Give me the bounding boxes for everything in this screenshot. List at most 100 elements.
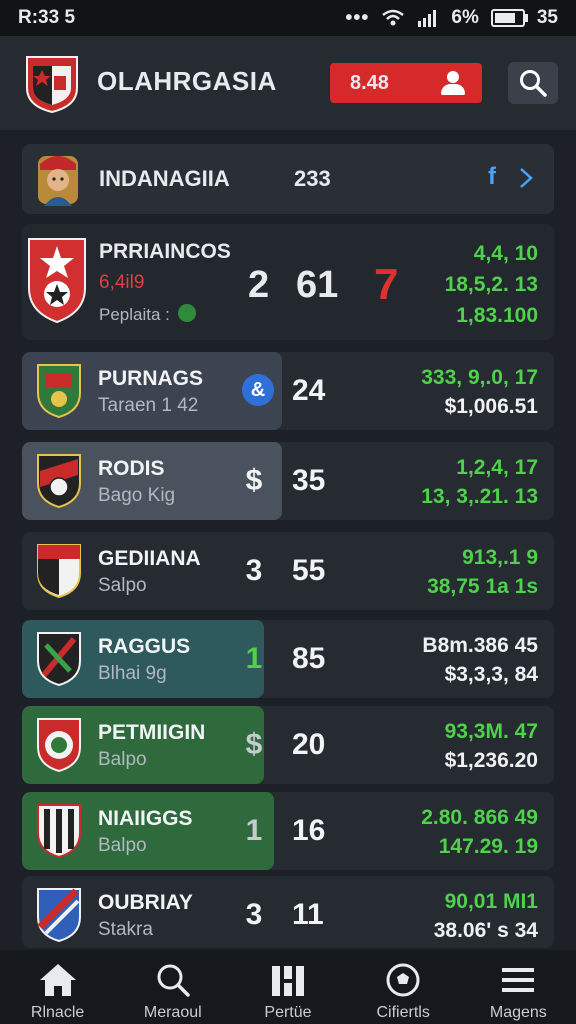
match-odds-3[interactable]: 1,83.100: [456, 304, 538, 328]
nav-label: Pertüe: [264, 1004, 312, 1021]
row-odds-1[interactable]: 913,.1 9: [462, 546, 538, 570]
club-crest-icon: [37, 364, 81, 419]
signal-text: 35: [536, 7, 558, 28]
chevron-right-icon[interactable]: [518, 166, 534, 190]
status-dot-icon: [178, 304, 196, 322]
match-odds-2[interactable]: 18,5,2. 13: [445, 273, 538, 297]
row-name: PETMIIGIN: [98, 721, 206, 744]
match-row[interactable]: RAGGUS Blhai 9g 1 85 B8m.386 45 $3,3,3, …: [22, 620, 554, 698]
nav-label: Rlnacle: [30, 1004, 85, 1021]
match-sub2: Peplaita :: [99, 305, 170, 324]
row-value: 16: [292, 814, 326, 847]
featured-value: 233: [294, 166, 331, 191]
club-crest-icon: [37, 804, 81, 859]
nav-search[interactable]: Meraoul: [118, 950, 228, 1022]
row-odds-2[interactable]: $1,236.20: [445, 749, 538, 773]
match-score-mid: 61: [296, 264, 339, 306]
more-dots-icon: •••: [345, 6, 370, 29]
club-crest-icon: [37, 718, 81, 773]
row-left-value: $: [245, 464, 263, 497]
wifi-icon: [382, 9, 405, 26]
row-left-value: $: [245, 728, 263, 761]
club-crest-icon: [28, 238, 86, 324]
match-score-right: 7: [374, 260, 399, 309]
balance-button[interactable]: 8.48: [330, 63, 482, 103]
balance-amount: 8.48: [350, 71, 389, 94]
row-sub: Stakra: [98, 919, 153, 940]
match-score-left: 2: [248, 264, 270, 306]
battery-icon: [490, 9, 528, 27]
row-odds-1[interactable]: 2.80. 866 49: [421, 806, 538, 830]
row-odds-2[interactable]: 38,75 1a 1s: [427, 575, 538, 599]
search-icon: [520, 70, 547, 97]
bottom-nav: Rlnacle Meraoul Pertüe Cifiertls Magens: [0, 950, 576, 1024]
row-sub: Taraen 1 42: [98, 395, 199, 416]
info-icon[interactable]: f: [488, 163, 496, 191]
row-odds-2[interactable]: $1,006.51: [445, 395, 538, 419]
row-odds-1[interactable]: 93,3M. 47: [445, 720, 538, 744]
search-icon: [157, 964, 190, 997]
nav-menu[interactable]: Magens: [463, 950, 573, 1022]
row-sub: Salpo: [98, 575, 147, 596]
nav-clients[interactable]: Cifiertls: [348, 950, 458, 1022]
row-value: 24: [292, 374, 326, 407]
row-odds-1[interactable]: 90,01 MI1: [445, 890, 538, 914]
signal-icon: [418, 10, 437, 27]
row-sub: Balpo: [98, 835, 147, 856]
row-odds-2[interactable]: 13, 3,.21. 13: [421, 485, 538, 509]
battery-text: 6%: [451, 7, 479, 28]
row-left-value: 1: [245, 814, 263, 847]
nav-label: Cifiertls: [376, 1004, 430, 1021]
club-crest-icon: [37, 888, 81, 943]
search-button[interactable]: [508, 62, 558, 104]
main-match-card[interactable]: PRRIAINCOS 6,4il9 Peplaita : 2 61 7 4,4,…: [22, 224, 554, 340]
row-name: NIAIIGGS: [98, 807, 193, 830]
row-value: 11: [292, 898, 324, 931]
row-odds-1[interactable]: B8m.386 45: [422, 634, 538, 658]
match-row[interactable]: NIAIIGGS Balpo 1 16 2.80. 866 49 147.29.…: [22, 792, 554, 870]
row-odds-1[interactable]: 1,2,4, 17: [456, 456, 538, 480]
row-sub: Balpo: [98, 749, 147, 770]
row-odds-2[interactable]: 38.06' s 34: [434, 919, 538, 943]
app-title: OLAHRGASIA: [97, 66, 277, 96]
row-left-value: 1: [245, 642, 263, 675]
match-sub1: 6,4il9: [99, 272, 145, 293]
row-value: 55: [292, 554, 326, 587]
match-odds-1[interactable]: 4,4, 10: [474, 242, 538, 266]
match-row[interactable]: PETMIIGIN Balpo $ 20 93,3M. 47 $1,236.20: [22, 706, 554, 784]
soccer-ball-icon: [386, 963, 420, 997]
user-icon: [438, 69, 468, 97]
row-value: 20: [292, 728, 326, 761]
club-crest-icon: [37, 632, 81, 687]
featured-card[interactable]: INDANAGIIA 233 f: [22, 144, 554, 214]
row-left-value: 3: [245, 898, 263, 931]
row-value: 35: [292, 464, 326, 497]
row-sub: Blhai 9g: [98, 663, 167, 684]
row-name: PURNAGS: [98, 367, 204, 390]
app-header: OLAHRGASIA 8.48: [0, 36, 576, 130]
club-crest-icon: [37, 454, 81, 509]
row-odds-2[interactable]: $3,3,3, 84: [445, 663, 538, 687]
player-avatar: [38, 156, 78, 206]
row-name: RODIS: [98, 457, 165, 480]
club-crest-icon: [26, 56, 78, 114]
match-name: PRRIAINCOS: [99, 240, 231, 263]
nav-home[interactable]: Rlnacle: [3, 950, 113, 1022]
row-name: OUBRIAY: [98, 891, 193, 914]
nav-label: Meraoul: [143, 1004, 202, 1021]
match-row[interactable]: RODIS Bago Kig $ 35 1,2,4, 17 13, 3,.21.…: [22, 442, 554, 520]
menu-icon: [502, 968, 535, 992]
match-row[interactable]: OUBRIAY Stakra 3 11 90,01 MI1 38.06' s 3…: [22, 876, 554, 948]
match-row[interactable]: PURNAGS Taraen 1 42 & 24 333, 9,.0, 17 $…: [22, 352, 554, 430]
club-crest-icon: [37, 544, 81, 599]
home-icon: [39, 964, 76, 996]
match-row[interactable]: GEDIIANA Salpo 3 55 913,.1 9 38,75 1a 1s: [22, 532, 554, 610]
row-name: RAGGUS: [98, 635, 191, 658]
sync-icon[interactable]: &: [242, 374, 274, 406]
row-value: 85: [292, 642, 326, 675]
status-indicators: ••• 6% 35: [345, 7, 558, 30]
row-odds-2[interactable]: 147.29. 19: [439, 835, 538, 859]
status-time: R:33 5: [18, 7, 76, 28]
row-odds-1[interactable]: 333, 9,.0, 17: [421, 366, 538, 390]
nav-bets[interactable]: Pertüe: [233, 950, 343, 1022]
